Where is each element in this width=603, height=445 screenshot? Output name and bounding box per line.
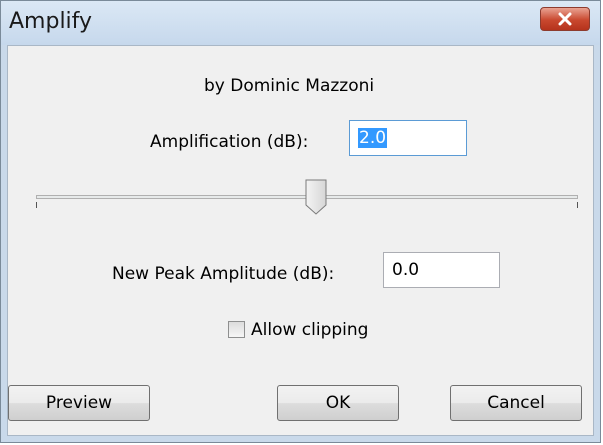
peak-amplitude-input[interactable]: 0.0	[383, 252, 500, 288]
ok-button[interactable]: OK	[277, 385, 399, 421]
peak-amplitude-label: New Peak Amplitude (dB):	[112, 264, 335, 284]
preview-button[interactable]: Preview	[8, 385, 150, 421]
amplification-value: 2.0	[358, 128, 388, 148]
slider-tick-right	[577, 202, 578, 208]
dialog-body: by Dominic Mazzoni Amplification (dB): 2…	[7, 45, 594, 436]
cancel-button[interactable]: Cancel	[450, 385, 582, 421]
amplification-label: Amplification (dB):	[150, 132, 309, 152]
amplification-input[interactable]: 2.0	[349, 120, 467, 156]
allow-clipping-checkbox[interactable]	[228, 321, 245, 338]
slider-tick-left	[36, 202, 37, 208]
window-title: Amplify	[9, 9, 93, 34]
allow-clipping-label[interactable]: Allow clipping	[251, 320, 368, 340]
ok-button-label: OK	[325, 393, 351, 413]
title-bar[interactable]: Amplify	[1, 1, 600, 45]
author-label: by Dominic Mazzoni	[204, 76, 375, 96]
cancel-button-label: Cancel	[487, 393, 545, 413]
peak-amplitude-value: 0.0	[392, 260, 420, 280]
amplification-slider-thumb[interactable]	[305, 179, 327, 215]
close-x-icon	[558, 12, 572, 26]
preview-button-label: Preview	[45, 393, 113, 413]
amplify-dialog: Amplify by Dominic Mazzoni Amplification…	[0, 0, 601, 443]
close-button[interactable]	[540, 7, 590, 31]
